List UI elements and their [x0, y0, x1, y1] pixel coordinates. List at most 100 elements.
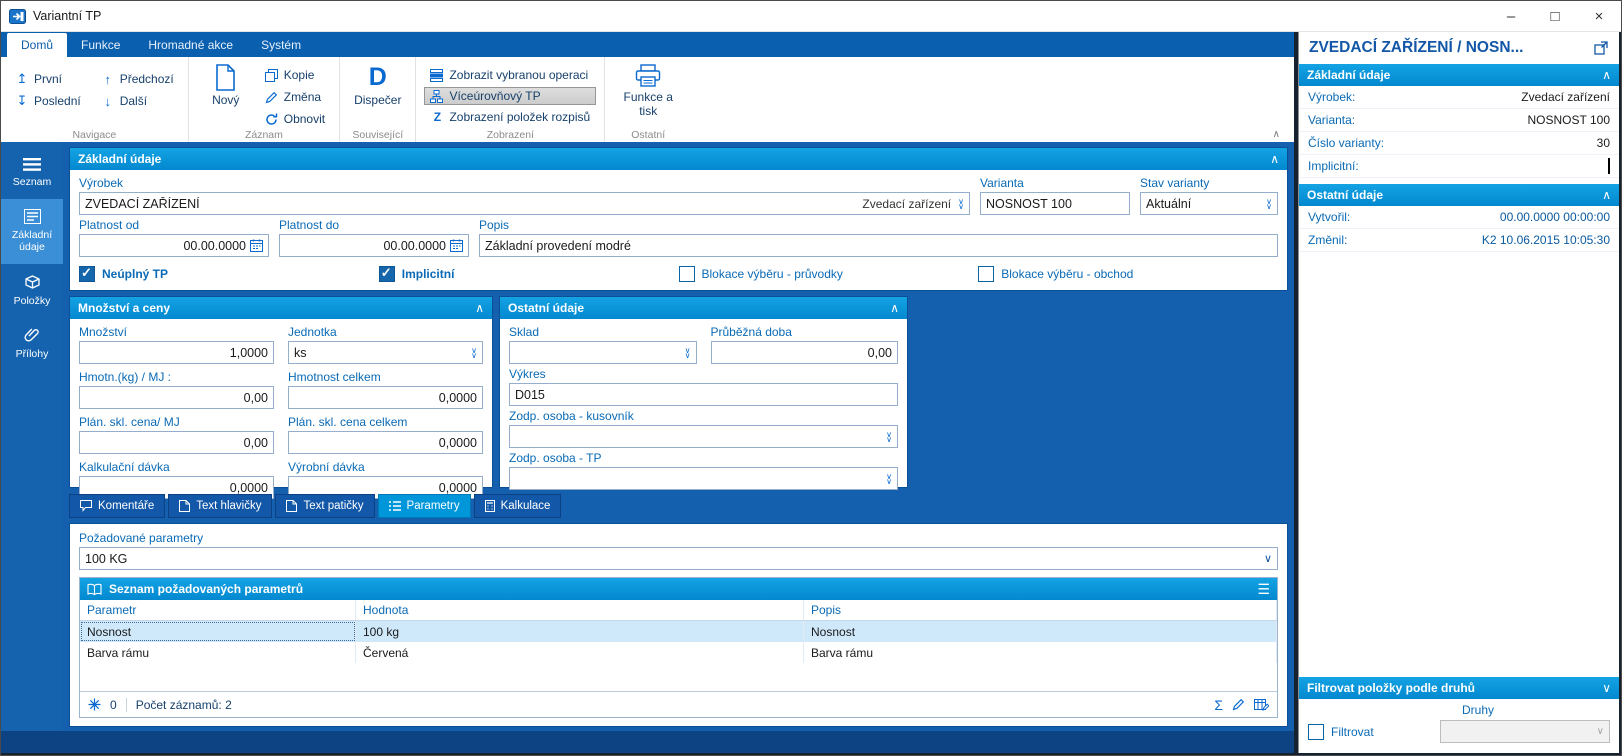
warehouse-label: Sklad — [509, 325, 540, 339]
preview-section-header-ostatni: Ostatní údaje ∧ — [1299, 184, 1619, 206]
variant-state-dropdown[interactable]: Aktuální — [1140, 192, 1278, 215]
tab-text-hlavicky[interactable]: Text hlavičky — [168, 494, 273, 518]
quantity-input[interactable]: 1,0000 — [79, 341, 274, 364]
collapse-chevron-icon[interactable]: ∧ — [475, 301, 484, 315]
dropdown-chevron-icon[interactable] — [958, 199, 964, 209]
description-input[interactable]: Základní provedení modré — [479, 234, 1278, 257]
tab-parametry[interactable]: Parametry — [377, 494, 471, 518]
dispatcher-button[interactable]: D Dispečer — [348, 60, 407, 108]
planned-price-input[interactable]: 0,00 — [79, 431, 274, 454]
table-row[interactable]: Nosnost 100 kg Nosnost — [80, 621, 1277, 642]
first-button[interactable]: ↥ První — [9, 68, 87, 90]
calendar-icon[interactable] — [450, 239, 463, 252]
collapse-chevron-icon[interactable]: ∧ — [890, 301, 899, 315]
preview-row: Varianta: NOSNOST 100 — [1299, 109, 1619, 132]
unit-dropdown[interactable]: ks — [288, 341, 483, 364]
new-button[interactable]: Nový — [197, 60, 255, 128]
last-button[interactable]: ↧ Poslední — [9, 90, 87, 112]
druhy-dropdown[interactable]: ∨ — [1440, 720, 1610, 743]
tab-text-paticky[interactable]: Text patičky — [275, 494, 375, 518]
maximize-button[interactable]: □ — [1533, 1, 1577, 31]
sidebar-item-polozky[interactable]: Položky — [1, 264, 63, 318]
sidebar-item-seznam[interactable]: Seznam — [1, 148, 63, 199]
weight-per-unit-input[interactable]: 0,00 — [79, 386, 274, 409]
ribbon-tab-domu[interactable]: Domů — [7, 33, 68, 57]
weight-total-input[interactable]: 0,0000 — [288, 386, 483, 409]
refresh-button[interactable]: Obnovit — [259, 110, 331, 128]
main-content: Základní údaje ∧ Výrobek ZVEDACÍ ZAŘÍZEN… — [63, 142, 1294, 731]
checkbox-box[interactable] — [378, 265, 395, 282]
preview-row-implicitni: Implicitní: — [1299, 155, 1619, 178]
variant-input[interactable]: NOSNOST 100 — [980, 192, 1130, 215]
comment-icon — [80, 500, 92, 512]
variant-state-label: Stav varianty — [1140, 176, 1210, 190]
dropdown-chevron-icon[interactable] — [886, 474, 892, 484]
required-parameters-dropdown[interactable]: 100 KG ∨ — [79, 547, 1278, 570]
valid-from-input[interactable]: 00.00.0000 — [79, 234, 269, 257]
divider — [125, 697, 127, 712]
warehouse-dropdown[interactable] — [509, 341, 697, 364]
checkbox-implicitni[interactable]: Implicitní — [378, 265, 679, 282]
drawing-input[interactable]: D015 — [509, 383, 898, 406]
chevron-down-icon[interactable]: ∨ — [1264, 552, 1272, 565]
prod-batch-label: Výrobní dávka — [288, 460, 365, 474]
sidebar-item-prilohy[interactable]: Přílohy — [1, 317, 63, 371]
checkbox-neuplny-tp[interactable]: Neúplný TP — [79, 265, 379, 282]
responsible-bom-dropdown[interactable] — [509, 425, 898, 448]
ribbon-tab-system[interactable]: Systém — [247, 33, 315, 57]
chevron-down-icon[interactable]: ∨ — [1602, 681, 1611, 695]
show-selected-operation-button[interactable]: Zobrazit vybranou operaci — [424, 66, 596, 84]
tab-kalkulace[interactable]: Kalkulace — [473, 494, 562, 518]
column-header-hodnota[interactable]: Hodnota — [356, 600, 804, 620]
table-row[interactable]: Barva rámu Červená Barva rámu — [80, 642, 1277, 663]
change-button[interactable]: Změna — [259, 88, 331, 106]
next-button[interactable]: ↓ Další — [95, 90, 180, 112]
valid-to-input[interactable]: 00.00.0000 — [279, 234, 469, 257]
dropdown-chevron-icon[interactable] — [1266, 199, 1272, 209]
functions-print-button[interactable]: Funkce a tisk — [613, 60, 683, 119]
copy-button[interactable]: Kopie — [259, 66, 331, 84]
checkbox-blokace-obchod[interactable]: Blokace výběru - obchod — [978, 266, 1278, 282]
checkbox-blokace-pruvodky[interactable]: Blokace výběru - průvodky — [678, 266, 979, 282]
show-breakdown-items-button[interactable]: Z Zobrazení položek rozpisů — [424, 108, 596, 126]
calendar-icon[interactable] — [250, 239, 263, 252]
planned-price-total-input[interactable]: 0,0000 — [288, 431, 483, 454]
collapse-chevron-icon[interactable]: ∧ — [1602, 188, 1611, 202]
open-in-window-icon[interactable] — [1594, 40, 1609, 55]
dropdown-chevron-icon[interactable] — [886, 432, 892, 442]
ribbon-tab-funkce[interactable]: Funkce — [67, 33, 134, 57]
checkbox-box[interactable] — [79, 265, 95, 282]
checkbox-box[interactable] — [678, 266, 695, 282]
preview-panel: ZVEDACÍ ZAŘÍZENÍ / NOSN... Základní údaj… — [1298, 31, 1619, 753]
sidebar-item-zakladni-udaje[interactable]: Základní údaje — [1, 198, 63, 264]
collapse-chevron-icon[interactable]: ∧ — [1602, 68, 1611, 82]
checkbox-box[interactable] — [978, 266, 995, 282]
checkbox-box[interactable] — [1308, 723, 1324, 740]
dropdown-chevron-icon[interactable] — [471, 348, 477, 358]
close-button[interactable]: × — [1577, 1, 1621, 31]
snowflake-icon[interactable] — [88, 698, 101, 711]
multilevel-tp-button[interactable]: Víceúrovňový TP — [424, 87, 597, 105]
product-input[interactable]: ZVEDACÍ ZAŘÍZENÍ Zvedací zařízení — [79, 192, 970, 215]
chevron-down-icon: ∨ — [1596, 726, 1604, 737]
collapse-chevron-icon[interactable]: ∧ — [1270, 152, 1279, 166]
minimize-button[interactable]: – — [1489, 1, 1533, 31]
table-menu-icon[interactable]: ☰ — [1257, 581, 1270, 598]
edit-icon[interactable] — [1232, 698, 1245, 711]
column-header-popis[interactable]: Popis — [804, 600, 1277, 620]
printer-icon — [635, 64, 661, 88]
filtrovat-checkbox[interactable]: Filtrovat — [1308, 723, 1374, 740]
dropdown-chevron-icon[interactable] — [685, 348, 691, 358]
implicit-checkbox[interactable] — [1608, 158, 1610, 174]
sum-icon[interactable]: Σ — [1214, 697, 1223, 713]
responsible-tp-dropdown[interactable] — [509, 467, 898, 490]
first-icon: ↥ — [16, 71, 28, 86]
preview-title: ZVEDACÍ ZAŘÍZENÍ / NOSN... — [1309, 38, 1524, 56]
ribbon-collapse-chevron[interactable]: ∧ — [1273, 129, 1280, 140]
tab-komentare[interactable]: Komentáře — [69, 494, 166, 518]
column-header-parametr[interactable]: Parametr — [80, 600, 356, 620]
leadtime-input[interactable]: 0,00 — [710, 341, 898, 364]
table-edit-icon[interactable] — [1254, 698, 1269, 711]
previous-button[interactable]: ↑ Předchozí — [95, 68, 180, 90]
ribbon-tab-hromadne-akce[interactable]: Hromadné akce — [134, 33, 247, 57]
